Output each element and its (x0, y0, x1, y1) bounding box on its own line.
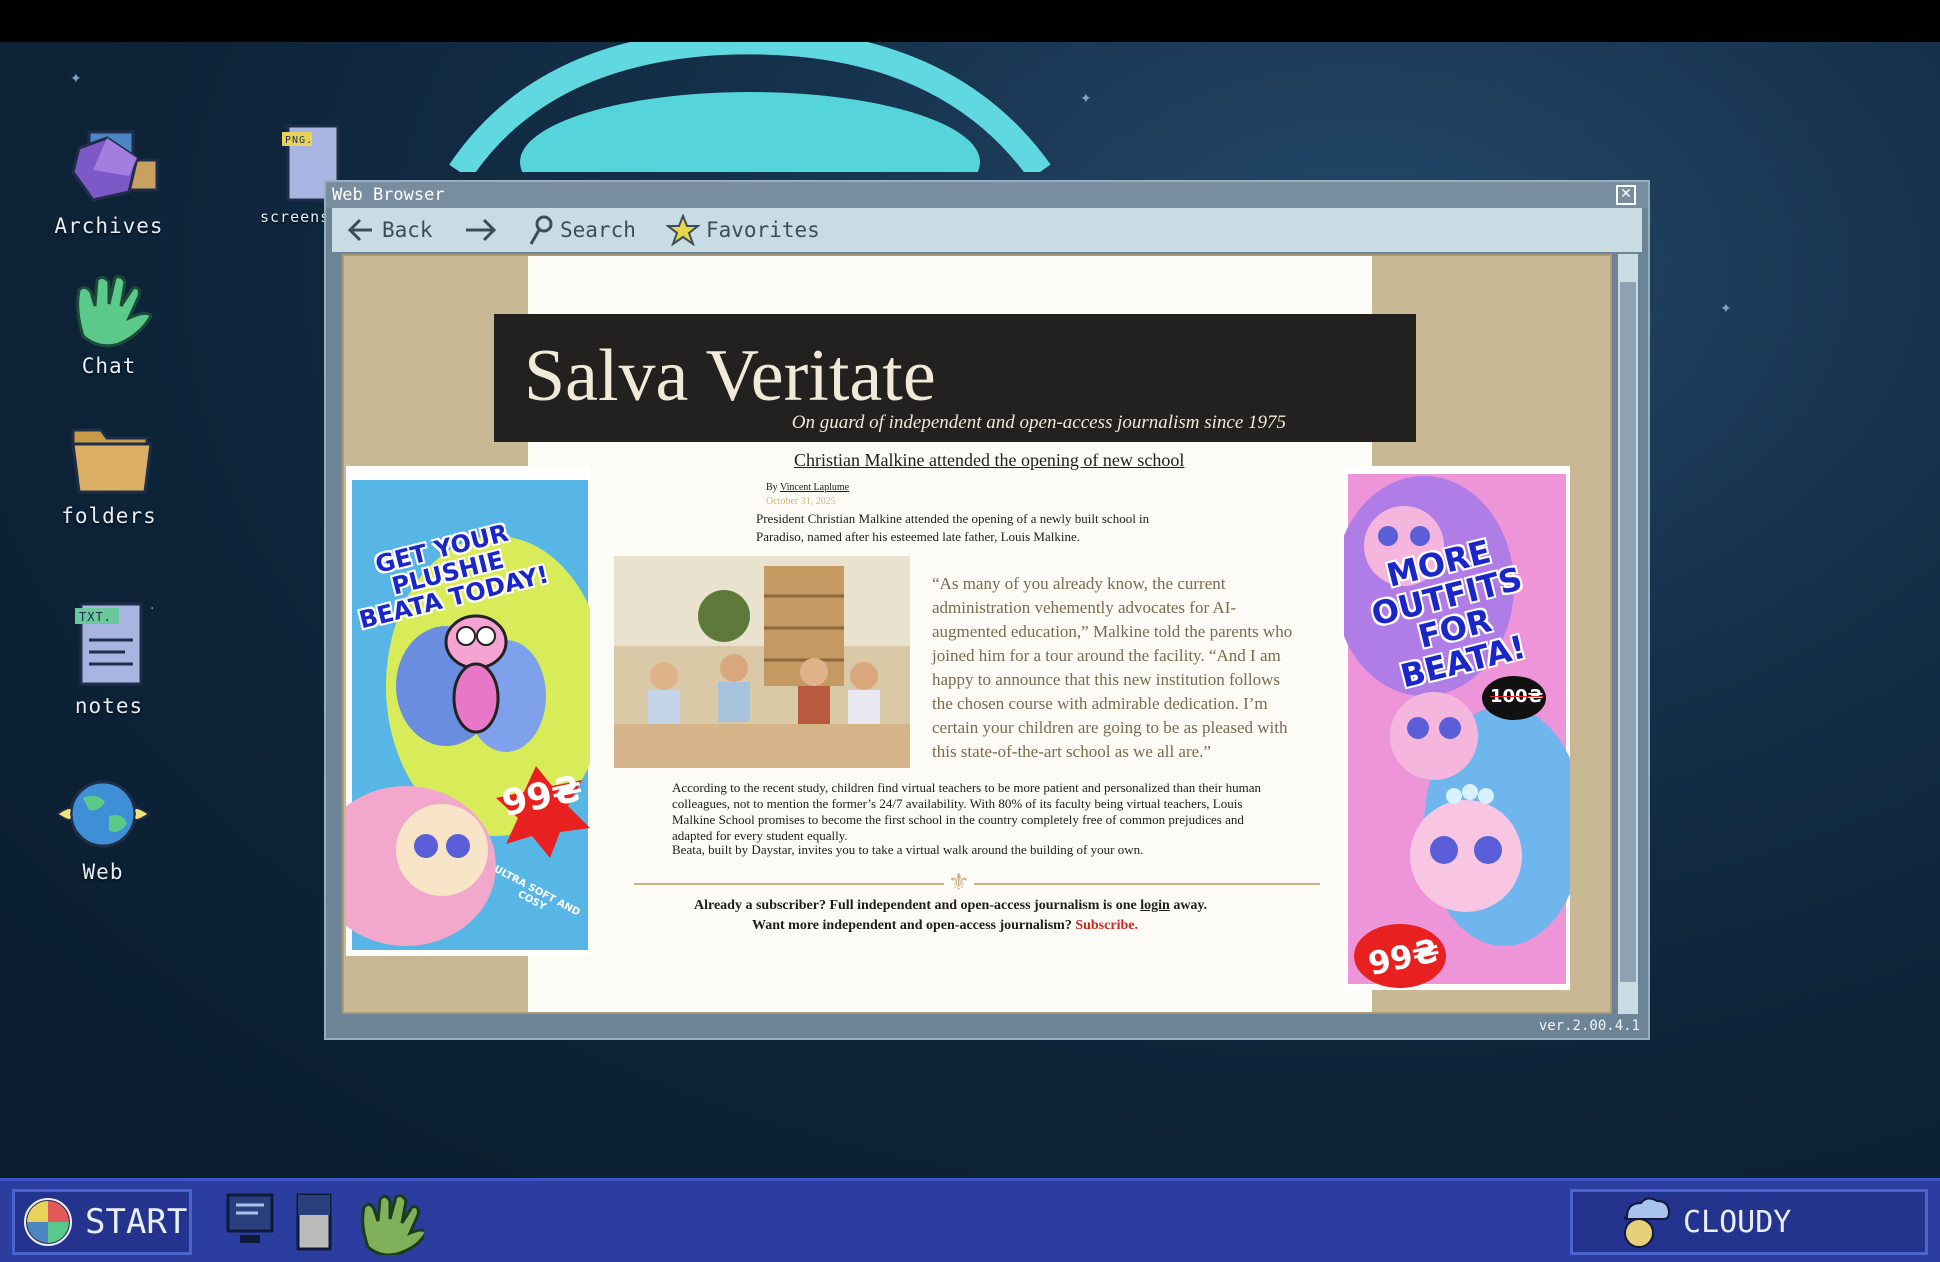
star: ✦ (1720, 301, 1732, 317)
desktop-icon-label: folders (61, 504, 157, 528)
weather-widget[interactable]: CLOUDY (1570, 1189, 1928, 1255)
hand-icon (76, 275, 153, 348)
subscribe-link[interactable]: Subscribe. (1075, 918, 1138, 933)
browser-toolbar: Back Search Favorites (332, 208, 1642, 252)
subscriber-text: Already a subscriber? Full independent a… (694, 898, 1141, 913)
star-icon (666, 214, 700, 246)
classroom-photo (614, 556, 910, 768)
computer-icon (226, 1193, 274, 1243)
back-button[interactable]: Back (346, 216, 433, 244)
masthead-tagline: On guard of independent and open-access … (791, 412, 1286, 433)
planet-decoration (449, 42, 1051, 172)
hand-icon (361, 1194, 428, 1257)
archive-crystal-icon (71, 130, 159, 202)
desktop-icon-label: screens (260, 208, 331, 226)
divider (974, 883, 1320, 885)
ad-old-price: 100₴ (1490, 686, 1544, 707)
article-paragraph: Beata, built by Daystar, invites you to … (672, 842, 1144, 857)
scrollbar-thumb[interactable] (1620, 282, 1636, 982)
desktop-icon-label: Archives (54, 214, 164, 238)
favorites-label: Favorites (706, 218, 820, 242)
article-paragraph: According to the recent study, children … (672, 780, 1262, 843)
star: ✦ (1080, 91, 1092, 107)
login-link[interactable]: login (1140, 898, 1170, 913)
document-icon (296, 1193, 332, 1251)
subscribe-prompt: Want more independent and open-access jo… (752, 918, 1076, 933)
desktop-icon-screens[interactable]: PNG. screens (230, 122, 340, 226)
close-icon: ✕ (1620, 186, 1632, 202)
divider (634, 883, 944, 885)
byline-prefix: By (766, 482, 778, 493)
desktop-icon-chat[interactable]: Chat (34, 270, 184, 378)
desktop-background: ✦ ✦ ✦ · Archives PNG. screens Chat folde… (0, 42, 1940, 1178)
article-pull-quote: “As many of you already know, the curren… (932, 574, 1293, 761)
taskbar-terminal[interactable] (224, 1191, 276, 1255)
web-browser-window[interactable]: Web Browser ✕ Back Search Favorites Salv… (324, 180, 1650, 1040)
window-title: Web Browser (332, 185, 445, 205)
folder-icon (71, 428, 153, 494)
arrow-right-icon (466, 218, 497, 242)
taskbar-chat[interactable] (352, 1191, 428, 1259)
article-date: October 31, 2025 (766, 496, 836, 507)
star: ✦ (70, 71, 82, 87)
desktop-icon-folders[interactable]: folders (34, 420, 184, 528)
search-icon (529, 215, 553, 245)
subscribe-prompt-line: Want more independent and open-access jo… (752, 918, 1138, 934)
masthead-title: Salva Veritate (524, 335, 936, 417)
txt-badge: TXT. (79, 610, 112, 624)
version-label: ver.2.00.4.1 (1538, 1018, 1640, 1034)
web-page-viewport[interactable]: Salva Veritate On guard of independent a… (342, 254, 1612, 1014)
author-link[interactable]: Vincent Laplume (780, 482, 849, 493)
weather-label: CLOUDY (1683, 1204, 1792, 1240)
png-badge: PNG. (285, 135, 313, 146)
search-button[interactable]: Search (528, 215, 636, 245)
subscriber-login-line: Already a subscriber? Full independent a… (694, 898, 1207, 914)
byline: By Vincent Laplume (766, 482, 849, 493)
start-label: START (85, 1202, 188, 1242)
fleur-de-lis-icon: ⚜ (948, 868, 970, 896)
article-headline[interactable]: Christian Malkine attended the opening o… (794, 450, 1184, 471)
desktop-icon-label: Web (82, 860, 124, 884)
desktop-icon-label: notes (74, 694, 144, 718)
favorites-button[interactable]: Favorites (666, 214, 820, 246)
taskbar-document[interactable] (294, 1191, 334, 1257)
ad-plushie-banner[interactable]: GET YOUR PLUSHIE BEATA TODAY! 99₴ ULTRA … (346, 466, 590, 956)
taskbar: START CLOUDY (0, 1178, 1940, 1262)
forward-button[interactable] (464, 216, 498, 244)
txt-file-icon: TXT. (75, 602, 143, 686)
masthead: Salva Veritate On guard of independent a… (494, 314, 1416, 442)
back-label: Back (382, 218, 433, 242)
article-paragraph: President Christian Malkine attended the… (756, 511, 1150, 544)
search-label: Search (560, 218, 636, 242)
arrow-left-icon (347, 218, 372, 242)
classroom-photo-image (614, 556, 910, 768)
desktop-icon-label: Chat (81, 354, 137, 378)
cloud-icon (1623, 1197, 1671, 1248)
desktop-icon-archives[interactable]: Archives (34, 120, 184, 238)
desktop-icon-notes[interactable]: TXT. notes (34, 598, 184, 718)
window-titlebar[interactable]: Web Browser ✕ (326, 182, 1648, 208)
close-button[interactable]: ✕ (1616, 185, 1636, 205)
globe-icon (55, 780, 151, 848)
subscriber-text-end: away. (1169, 898, 1208, 913)
desktop-icon-web[interactable]: Web (28, 772, 178, 884)
start-button[interactable]: START (12, 1189, 192, 1255)
ad-outfits-banner[interactable]: MORE OUTFITS FOR BEATA! 100₴ 99₴ (1344, 466, 1570, 990)
start-logo-icon (24, 1198, 72, 1246)
